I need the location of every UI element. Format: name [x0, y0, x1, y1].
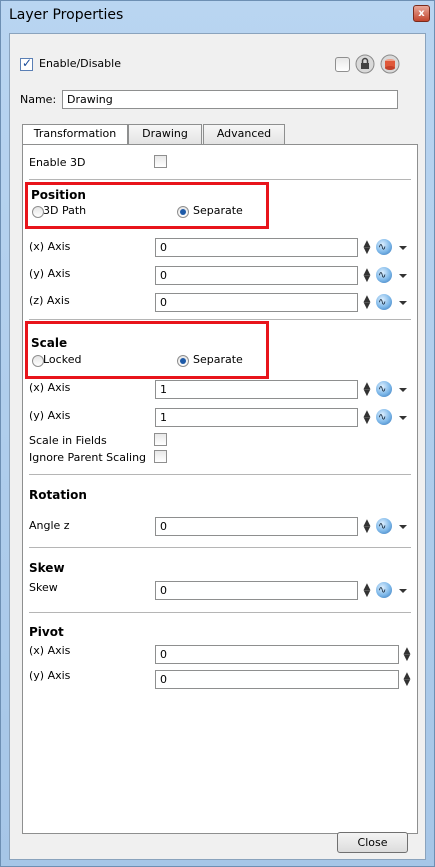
divider	[29, 474, 411, 475]
layer-color-icon[interactable]	[380, 54, 400, 74]
enable-3d-checkbox[interactable]	[154, 155, 167, 168]
name-field[interactable]: Drawing	[62, 90, 398, 109]
dropdown-arrow-icon[interactable]	[399, 525, 407, 529]
dropdown-arrow-icon[interactable]	[399, 301, 407, 305]
tab-advanced[interactable]: Advanced	[203, 124, 285, 144]
dropdown-arrow-icon[interactable]	[399, 589, 407, 593]
divider	[29, 612, 411, 613]
tab-drawing-label: Drawing	[142, 127, 188, 140]
tab-transformation-label: Transformation	[33, 127, 117, 140]
scale-separate-radio[interactable]	[177, 355, 189, 367]
spin-arrows-icon[interactable]: ▲ ▼	[363, 295, 371, 311]
spin-arrows-icon[interactable]: ▲ ▼	[403, 647, 411, 663]
scale-highlight-box	[25, 321, 269, 379]
position-y-label: (y) Axis	[29, 267, 71, 280]
spin-arrows-icon[interactable]: ▲ ▼	[403, 672, 411, 688]
spin-arrows-icon[interactable]: ▲ ▼	[363, 519, 371, 535]
scale-y-field[interactable]: 1	[155, 408, 358, 427]
spin-arrows-icon[interactable]: ▲ ▼	[363, 410, 371, 426]
spin-arrows-icon[interactable]: ▲ ▼	[363, 240, 371, 256]
angle-z-label: Angle z	[29, 519, 70, 532]
transformation-panel: Enable 3D Position 3D Path Separate (x) …	[22, 144, 418, 834]
layer-properties-window: Layer Properties x Enable/Disable Name: …	[0, 0, 435, 867]
dropdown-arrow-icon[interactable]	[399, 274, 407, 278]
scale-in-fields-label: Scale in Fields	[29, 434, 107, 447]
function-icon[interactable]: ∿	[374, 293, 396, 311]
position-y-field[interactable]: 0	[155, 266, 358, 285]
scale-title: Scale	[31, 336, 68, 350]
close-button[interactable]: Close	[337, 832, 408, 853]
function-icon[interactable]: ∿	[374, 517, 396, 535]
spin-arrows-icon[interactable]: ▲ ▼	[363, 583, 371, 599]
scale-in-fields-checkbox[interactable]	[154, 433, 167, 446]
dropdown-arrow-icon[interactable]	[399, 246, 407, 250]
name-label: Name:	[20, 93, 57, 106]
function-icon[interactable]: ∿	[374, 408, 396, 426]
skew-field[interactable]: 0	[155, 581, 358, 600]
pivot-x-label: (x) Axis	[29, 644, 71, 657]
dialog-body: Enable/Disable Name: Drawing Transformat…	[9, 33, 426, 860]
angle-z-field[interactable]: 0	[155, 517, 358, 536]
spin-arrows-icon[interactable]: ▲ ▼	[363, 268, 371, 284]
scale-x-field[interactable]: 1	[155, 380, 358, 399]
divider	[29, 179, 411, 180]
function-icon[interactable]: ∿	[374, 581, 396, 599]
pivot-x-field[interactable]: 0	[155, 645, 399, 664]
ignore-parent-scaling-label: Ignore Parent Scaling	[29, 451, 147, 464]
scale-separate-label: Separate	[193, 353, 243, 366]
enable-disable-checkbox[interactable]	[20, 56, 33, 71]
scale-y-label: (y) Axis	[29, 409, 71, 422]
pivot-y-field[interactable]: 0	[155, 670, 399, 689]
tab-drawing[interactable]: Drawing	[128, 124, 202, 144]
position-3d-path-label: 3D Path	[43, 204, 87, 217]
position-z-label: (z) Axis	[29, 294, 70, 307]
position-separate-label: Separate	[193, 204, 243, 217]
position-z-field[interactable]: 0	[155, 293, 358, 312]
function-icon[interactable]: ∿	[374, 380, 396, 398]
skew-label: Skew	[29, 581, 58, 594]
scale-locked-label: Locked	[43, 353, 82, 366]
lock-icon[interactable]	[355, 54, 375, 74]
pivot-y-label: (y) Axis	[29, 669, 71, 682]
position-x-label: (x) Axis	[29, 240, 71, 253]
enable-3d-label: Enable 3D	[29, 156, 86, 169]
scale-x-label: (x) Axis	[29, 381, 71, 394]
divider	[29, 547, 411, 548]
extra-checkbox[interactable]	[335, 57, 350, 72]
function-icon[interactable]: ∿	[374, 238, 396, 256]
tab-transformation[interactable]: Transformation	[22, 124, 128, 146]
skew-title: Skew	[29, 561, 65, 575]
position-title: Position	[31, 188, 86, 202]
title-bar: Layer Properties x	[1, 1, 434, 33]
divider	[29, 319, 411, 320]
close-icon[interactable]: x	[413, 5, 430, 22]
position-x-field[interactable]: 0	[155, 238, 358, 257]
function-icon[interactable]: ∿	[374, 266, 396, 284]
rotation-title: Rotation	[29, 488, 87, 502]
position-separate-radio[interactable]	[177, 206, 189, 218]
enable-disable-label: Enable/Disable	[39, 57, 121, 70]
spin-arrows-icon[interactable]: ▲ ▼	[363, 382, 371, 398]
window-title: Layer Properties	[9, 7, 124, 23]
pivot-title: Pivot	[29, 625, 64, 639]
ignore-parent-scaling-checkbox[interactable]	[154, 450, 167, 463]
tab-advanced-label: Advanced	[216, 127, 272, 140]
dropdown-arrow-icon[interactable]	[399, 388, 407, 392]
dropdown-arrow-icon[interactable]	[399, 416, 407, 420]
